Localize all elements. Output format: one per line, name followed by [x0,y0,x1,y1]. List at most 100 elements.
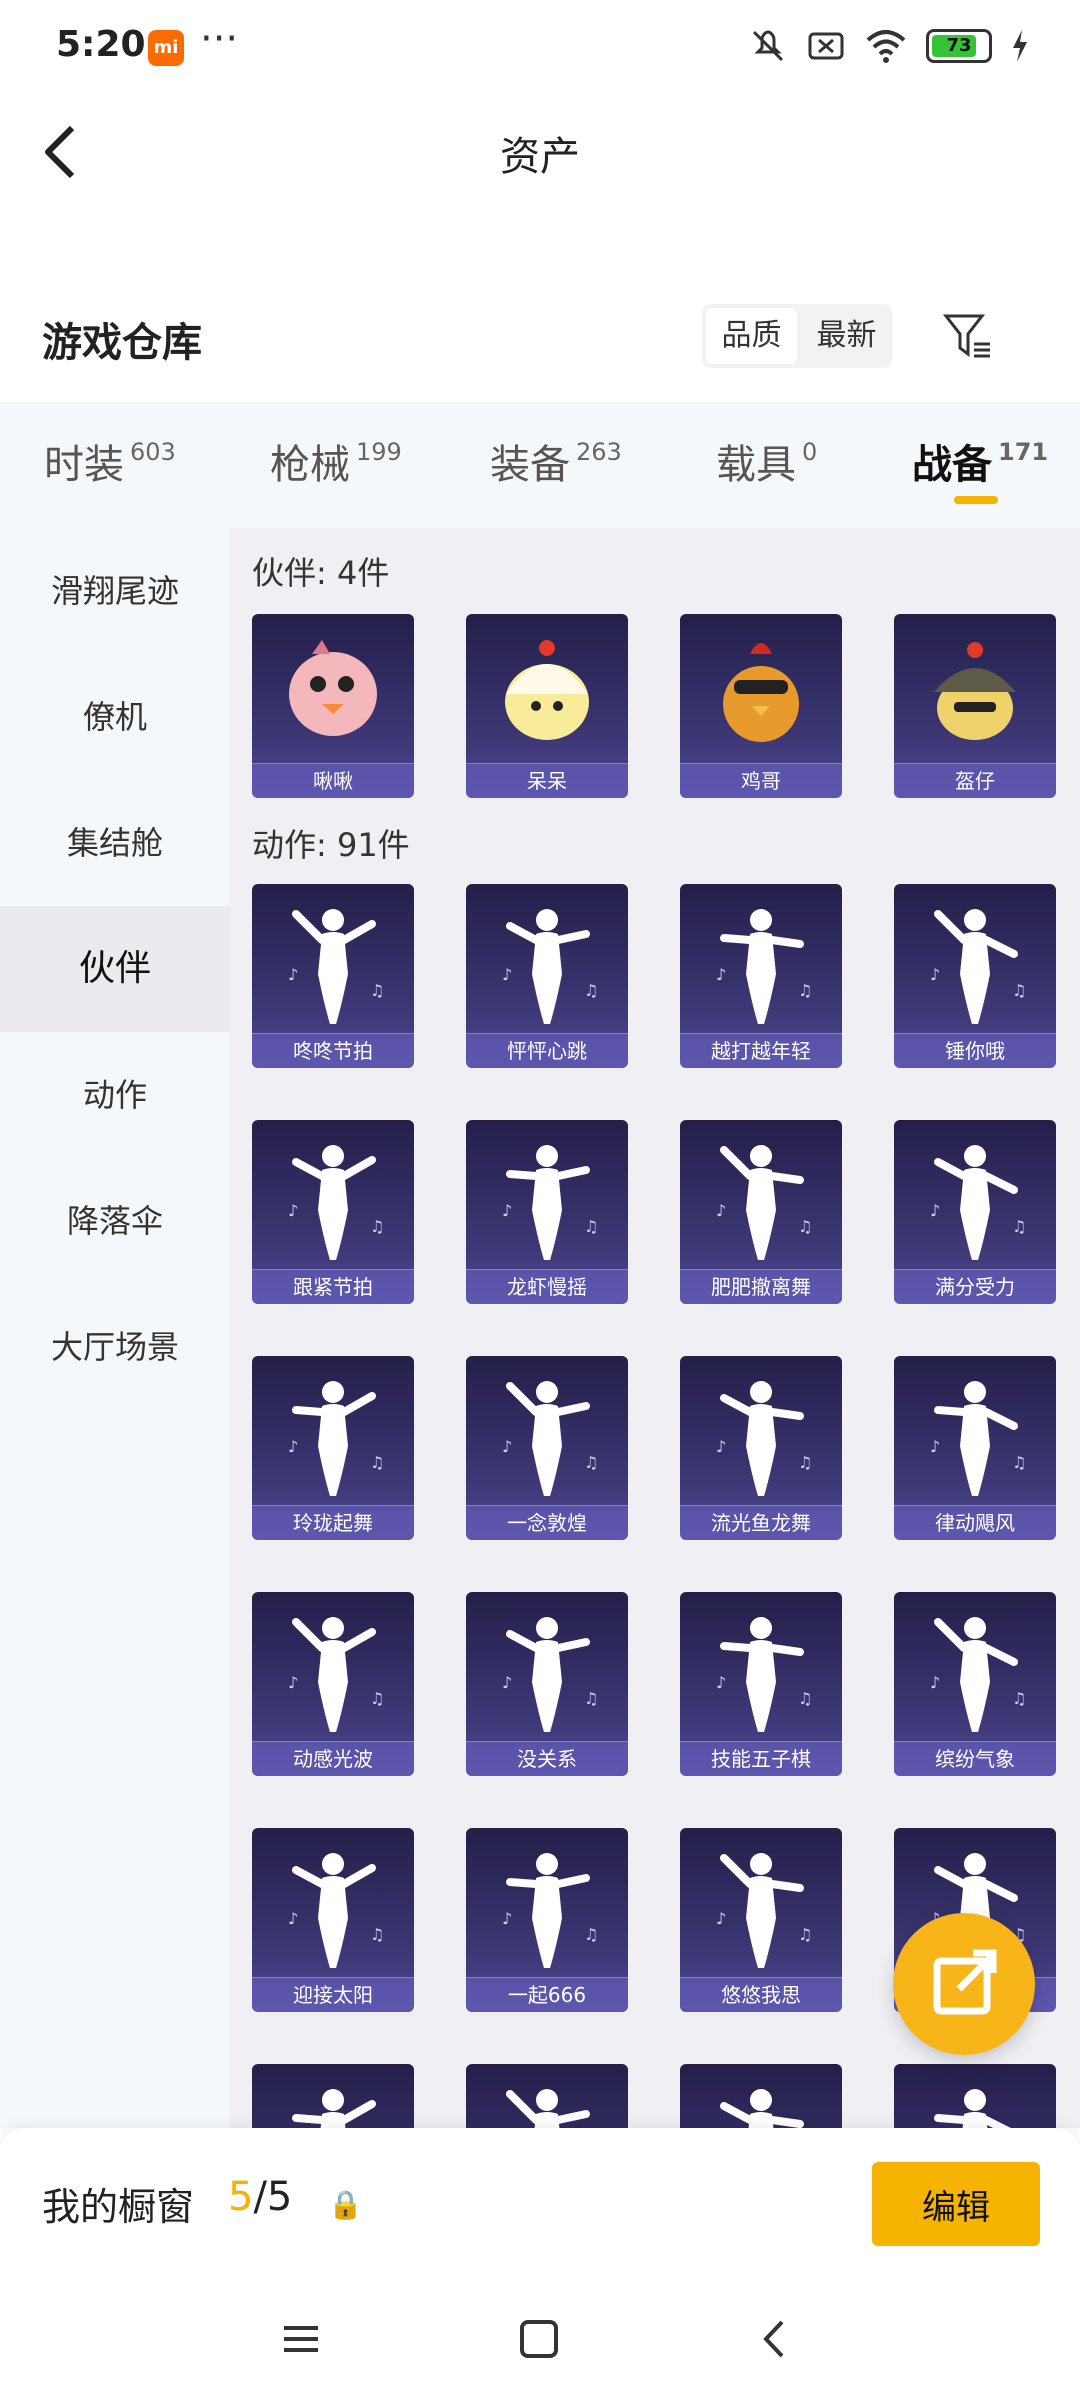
action-card[interactable]: ♪ ♫ 锤你哦 [894,884,1056,1068]
sort-newest-button[interactable]: 最新 [801,304,892,368]
lock-icon: 🔒 [328,2188,363,2221]
card-label: 动感光波 [252,1741,414,1776]
partner-card[interactable]: 呆呆 [466,614,628,798]
svg-text:♫: ♫ [1012,1689,1026,1708]
dancer-silhouette-icon: ♪♫ [288,1145,384,1260]
dancer-silhouette-icon: ♪♫ [930,1145,1026,1260]
tab-equipment[interactable]: 装备 263 [490,432,622,490]
card-label: 越打越年轻 [680,1033,842,1068]
partner-card[interactable]: 盔仔 [894,614,1056,798]
actions-group-title: 动作: 91件 [252,826,410,864]
card-label: 肥肥撤离舞 [680,1269,842,1304]
action-card[interactable]: ♪♫ [680,2064,842,2128]
action-card[interactable]: ♪ ♫ 没关系 [466,1592,628,1776]
tab-fashion[interactable]: 时装 603 [44,432,176,490]
svg-text:♫: ♫ [584,981,598,1000]
svg-text:♪: ♪ [716,1909,726,1928]
action-card[interactable]: ♪ ♫ 律动飓风 [894,1356,1056,1540]
svg-text:♪: ♪ [288,1201,298,1220]
dancer-silhouette-icon: ♪♫ [716,909,812,1024]
action-card[interactable]: ♪ ♫ 技能五子棋 [680,1592,842,1776]
home-icon[interactable] [516,2316,562,2362]
svg-text:♪: ♪ [930,1201,940,1220]
svg-text:♪: ♪ [288,1909,298,1928]
card-label: 呆呆 [466,763,628,798]
mi-notification-icon: mi [148,30,184,66]
partner-card[interactable]: 啾啾 [252,614,414,798]
showcase-bar: 我的橱窗 5/5 🔒 编辑 [0,2128,1080,2276]
action-card[interactable]: ♪ ♫ 肥肥撤离舞 [680,1120,842,1304]
showcase-total: /5 [253,2174,293,2220]
action-card[interactable]: ♪ ♫ 一念敦煌 [466,1356,628,1540]
action-card[interactable]: ♪♫ [894,2064,1056,2128]
partner-card[interactable]: 鸡哥 [680,614,842,798]
card-label: 啾啾 [252,763,414,798]
svg-text:♪: ♪ [502,1201,512,1220]
dancer-silhouette-icon: ♪♫ [716,1853,812,1968]
action-card[interactable]: ♪♫ [466,2064,628,2128]
card-label: 锤你哦 [894,1033,1056,1068]
action-card[interactable]: ♪ ♫ 龙虾慢摇 [466,1120,628,1304]
share-fab[interactable] [893,1913,1035,2055]
svg-text:♫: ♫ [1012,981,1026,1000]
sidebar-item-emote[interactable]: 动作 [0,1032,230,1158]
sidebar-item-glide-trail[interactable]: 滑翔尾迹 [0,528,230,654]
status-bar: 5:20 mi ··· 73 [0,0,1080,100]
card-label: 悠悠我思 [680,1977,842,2012]
dancer-silhouette-icon: ♪♫ [716,1381,812,1496]
action-card[interactable]: ♪ ♫ 玲珑起舞 [252,1356,414,1540]
svg-text:♪: ♪ [502,1673,512,1692]
action-card[interactable]: ♪ ♫ 动感光波 [252,1592,414,1776]
action-card[interactable]: ♪ ♫ 悠悠我思 [680,1828,842,2012]
card-label: 律动飓风 [894,1505,1056,1540]
tab-label: 装备 [490,442,570,488]
action-card[interactable]: ♪ ♫ 咚咚节拍 [252,884,414,1068]
dancer-silhouette-icon: ♪♫ [506,2089,590,2128]
sort-toggle: 品质 最新 [702,304,892,368]
card-label: 没关系 [466,1741,628,1776]
svg-text:♪: ♪ [502,1437,512,1456]
svg-text:♫: ♫ [584,1689,598,1708]
action-card[interactable]: ♪ ♫ 跟紧节拍 [252,1120,414,1304]
sidebar-item-partner[interactable]: 伙伴 [0,906,230,1032]
sidebar: 滑翔尾迹 僚机 集结舱 伙伴 动作 降落伞 大厅场景 [0,528,230,2128]
svg-text:♫: ♫ [798,1453,812,1472]
svg-text:♪: ♪ [716,1437,726,1456]
action-card[interactable]: ♪ ♫ 一起666 [466,1828,628,2012]
tab-vehicles[interactable]: 载具 0 [716,432,817,490]
showcase-label: 我的橱窗 [42,2185,195,2229]
action-card[interactable]: ♪ ♫ 满分受力 [894,1120,1056,1304]
tab-count: 263 [576,438,622,466]
dancer-silhouette-icon: ♪♫ [502,1145,598,1260]
category-tabs: 时装 603 枪械 199 装备 263 载具 0 战备 171 [0,402,1080,528]
action-card[interactable]: ♪ ♫ 缤纷气象 [894,1592,1056,1776]
showcase-current: 5 [228,2174,254,2220]
action-card[interactable]: ♪ ♫ 怦怦心跳 [466,884,628,1068]
svg-text:♪: ♪ [716,965,726,984]
action-card[interactable]: ♪ ♫ 越打越年轻 [680,884,842,1068]
menu-icon[interactable] [278,2316,324,2362]
filter-icon[interactable] [942,310,994,362]
tab-battle-prep[interactable]: 战备 171 [912,432,1048,504]
sidebar-item-lobby-scene[interactable]: 大厅场景 [0,1284,230,1410]
sidebar-item-parachute[interactable]: 降落伞 [0,1158,230,1284]
action-card[interactable]: ♪ ♫ 流光鱼龙舞 [680,1356,842,1540]
edit-button[interactable]: 编辑 [872,2162,1040,2246]
card-label: 跟紧节拍 [252,1269,414,1304]
sort-quality-button[interactable]: 品质 [706,308,797,364]
svg-text:♪: ♪ [930,965,940,984]
action-card[interactable]: ♪♫ [252,2064,414,2128]
back-icon[interactable] [752,2316,798,2362]
action-card[interactable]: ♪ ♫ 迎接太阳 [252,1828,414,2012]
rooster-icon [723,643,799,742]
dancer-silhouette-icon: ♪♫ [502,1853,598,1968]
tab-weapons[interactable]: 枪械 199 [270,432,402,490]
partners-group-title: 伙伴: 4件 [252,554,390,592]
dancer-silhouette-icon: ♪♫ [288,1853,384,1968]
card-label: 咚咚节拍 [252,1033,414,1068]
sidebar-item-pod[interactable]: 集结舱 [0,780,230,906]
tab-count: 0 [802,438,818,466]
charging-icon [1013,30,1027,62]
sidebar-item-wingman[interactable]: 僚机 [0,654,230,780]
card-label: 玲珑起舞 [252,1505,414,1540]
